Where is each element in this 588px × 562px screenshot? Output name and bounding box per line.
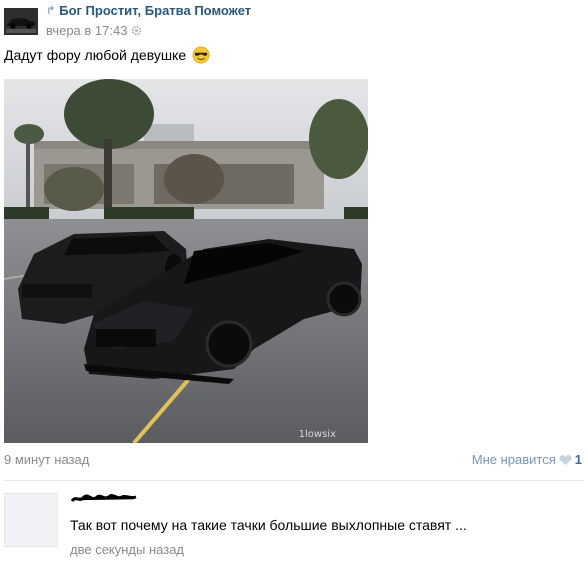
- photo-two-black-sports-cars-icon: [4, 79, 368, 443]
- post-header: ↱ Бог Простит, Братва Поможет вчера в 17…: [4, 2, 584, 38]
- comment-text: Так вот почему на такие тачки большие вы…: [70, 517, 467, 533]
- post-time-link[interactable]: вчера в 17:43: [46, 23, 127, 38]
- comment-author-redacted-scribble-icon: [70, 494, 137, 502]
- like-button[interactable]: Мне нравится 1: [472, 452, 582, 467]
- comment-avatar[interactable]: [4, 493, 58, 547]
- comment: Так вот почему на такие тачки большие вы…: [4, 491, 584, 559]
- comment-time-link[interactable]: две секунды назад: [70, 542, 184, 557]
- time-line: вчера в 17:43: [46, 22, 142, 38]
- author-line: ↱ Бог Простит, Братва Поможет: [46, 2, 251, 18]
- gear-icon[interactable]: [131, 25, 142, 36]
- post-text: Дадут фору любой девушке: [4, 46, 210, 64]
- photo-watermark: 1lowsix: [298, 429, 336, 440]
- post-age-link[interactable]: 9 минут назад: [4, 452, 89, 467]
- like-count: 1: [574, 452, 582, 467]
- like-label: Мне нравится: [471, 452, 556, 467]
- repost-icon: ↱: [46, 3, 56, 17]
- sunglasses-emoji-icon: [192, 46, 210, 64]
- author-name-link[interactable]: Бог Простит, Братва Поможет: [59, 3, 251, 18]
- group-avatar[interactable]: [4, 8, 38, 35]
- post-photo[interactable]: 1lowsix: [4, 79, 368, 443]
- divider: [4, 480, 584, 481]
- post-text-content: Дадут фору любой девушке: [4, 47, 187, 63]
- heart-icon: [559, 454, 572, 465]
- post-footer: 9 минут назад Мне нравится 1: [4, 452, 584, 470]
